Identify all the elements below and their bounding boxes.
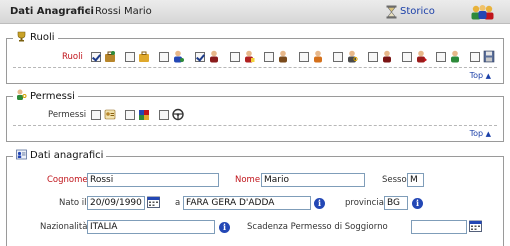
scadenza-field[interactable] bbox=[411, 220, 467, 234]
key-person-icon bbox=[17, 89, 27, 100]
permessi-row-label: Permessi bbox=[48, 110, 87, 120]
person-orange-icon bbox=[314, 50, 322, 63]
ruoli-legend-text: Ruoli bbox=[30, 32, 55, 43]
nazionalita-field[interactable]: ITALIA bbox=[87, 220, 215, 234]
person-red-badge-icon bbox=[245, 50, 255, 63]
person-heart-icon bbox=[451, 50, 459, 63]
section-title: Dati Anagrafici bbox=[10, 6, 94, 17]
permit-card-icon bbox=[104, 109, 116, 120]
permessi-fieldset: Permessi Permessi Top ▲ bbox=[6, 89, 504, 142]
permit-checkbox-2[interactable] bbox=[125, 110, 135, 120]
person-tie-icon bbox=[417, 50, 427, 63]
title-separator: - bbox=[87, 6, 91, 17]
cognome-field[interactable]: Rossi bbox=[87, 173, 219, 187]
person-key-icon bbox=[348, 50, 358, 63]
sesso-field[interactable]: M bbox=[407, 173, 424, 187]
person-dark-icon bbox=[383, 50, 391, 63]
anagrafici-legend: Dati anagrafici bbox=[13, 149, 107, 163]
briefcase-gold-icon bbox=[139, 51, 149, 62]
ruoli-row-label: Ruoli bbox=[62, 52, 83, 62]
hourglass-icon[interactable] bbox=[386, 5, 397, 19]
role-checkbox-1[interactable] bbox=[91, 52, 101, 62]
role-checkbox-6[interactable] bbox=[264, 52, 274, 62]
puzzle-icon bbox=[139, 110, 149, 120]
ruoli-fieldset: Ruoli Ruoli Top ▲ bbox=[6, 31, 504, 84]
permessi-top-link[interactable]: Top ▲ bbox=[470, 129, 491, 138]
provincia-info-icon[interactable]: i bbox=[412, 198, 423, 209]
role-checkbox-3[interactable] bbox=[159, 52, 169, 62]
role-checkbox-4[interactable] bbox=[195, 52, 205, 62]
nato-date-field[interactable]: 20/09/1990 bbox=[87, 196, 145, 210]
role-checkbox-8[interactable] bbox=[333, 52, 343, 62]
role-checkbox-10[interactable] bbox=[402, 52, 412, 62]
steering-wheel-icon bbox=[172, 108, 184, 121]
trophy-icon bbox=[17, 31, 26, 42]
id-card-icon bbox=[16, 149, 27, 160]
sesso-label: Sesso bbox=[382, 175, 407, 185]
storico-link[interactable]: Storico bbox=[400, 6, 435, 17]
nome-field[interactable]: Mario bbox=[261, 173, 365, 187]
person-blue-icon bbox=[174, 50, 184, 63]
permessi-legend: Permessi bbox=[13, 89, 78, 103]
provincia-label: provincia bbox=[345, 198, 384, 208]
role-checkbox-5[interactable] bbox=[230, 52, 240, 62]
nazionalita-info-icon[interactable]: i bbox=[219, 222, 230, 233]
permit-checkbox-3[interactable] bbox=[159, 110, 169, 120]
briefcase-icon bbox=[105, 51, 115, 62]
luogo-info-icon[interactable]: i bbox=[314, 198, 325, 209]
ruoli-legend: Ruoli bbox=[13, 31, 58, 45]
nato-label: Nato il bbox=[59, 198, 87, 208]
role-checkbox-9[interactable] bbox=[368, 52, 378, 62]
calendar-icon[interactable] bbox=[147, 196, 160, 208]
ruoli-divider bbox=[13, 67, 497, 68]
provincia-field[interactable]: BG bbox=[384, 196, 408, 210]
page-header: Dati Anagrafici - Rossi Mario Storico bbox=[0, 0, 510, 24]
nazionalita-label: Nazionalità bbox=[40, 222, 88, 232]
floppy-disk-icon bbox=[483, 50, 495, 63]
permessi-top-label[interactable]: Top bbox=[470, 129, 484, 138]
person-red-icon bbox=[210, 50, 218, 63]
role-checkbox-7[interactable] bbox=[299, 52, 309, 62]
cognome-label: Cognome bbox=[47, 175, 88, 185]
role-checkbox-2[interactable] bbox=[125, 52, 135, 62]
role-checkbox-12[interactable] bbox=[470, 52, 480, 62]
anagrafici-legend-text: Dati anagrafici bbox=[30, 150, 104, 161]
role-checkbox-11[interactable] bbox=[436, 52, 446, 62]
anagrafici-fieldset: Dati anagrafici Cognome Rossi Nome Mario… bbox=[6, 149, 504, 246]
users-group-icon[interactable] bbox=[469, 4, 497, 20]
ruoli-top-link[interactable]: Top ▲ bbox=[470, 71, 491, 80]
ruoli-top-label[interactable]: Top bbox=[470, 71, 484, 80]
a-label: a bbox=[175, 198, 181, 208]
luogo-field[interactable]: FARA GERA D'ADDA bbox=[183, 196, 311, 210]
person-name: Rossi Mario bbox=[95, 6, 152, 17]
permessi-divider bbox=[13, 125, 497, 126]
scadenza-label: Scadenza Permesso di Soggiorno bbox=[247, 222, 388, 232]
permit-checkbox-1[interactable] bbox=[91, 110, 101, 120]
permessi-legend-text: Permessi bbox=[30, 91, 75, 102]
scadenza-calendar-icon[interactable] bbox=[469, 220, 482, 232]
person-brown-icon bbox=[279, 50, 287, 63]
nome-label: Nome bbox=[235, 175, 261, 185]
